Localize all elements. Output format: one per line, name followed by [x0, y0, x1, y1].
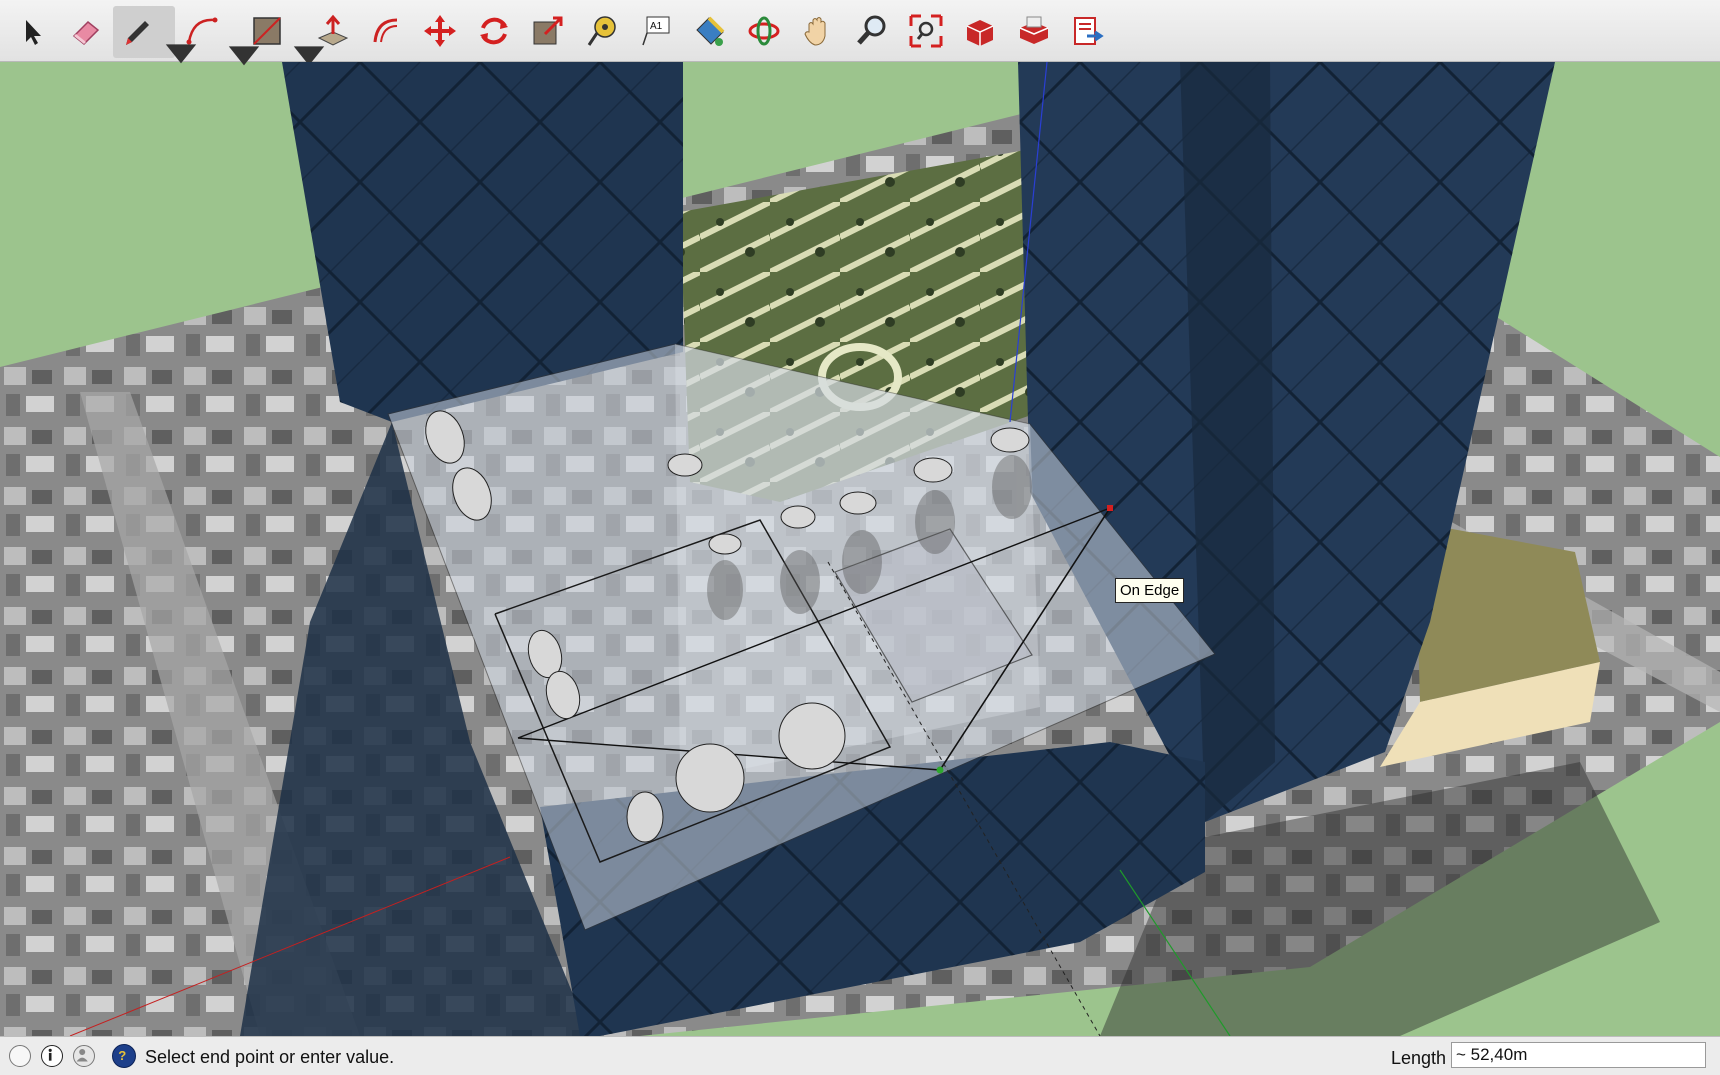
geo-location-icon[interactable]: [9, 1045, 31, 1067]
rectangle-icon: [253, 17, 281, 45]
select-tool-button[interactable]: [8, 8, 54, 54]
info-glyph-icon: [48, 1048, 52, 1061]
tape-measure-icon: [587, 16, 616, 46]
eraser-icon: [72, 20, 100, 46]
scale-icon: [533, 16, 563, 45]
help-icon[interactable]: ?: [112, 1044, 136, 1068]
pencil-icon: [126, 21, 149, 45]
arc-icon: [186, 17, 218, 45]
line-tool-button[interactable]: [113, 6, 197, 64]
inference-tooltip: On Edge: [1115, 578, 1185, 603]
scale-tool-button[interactable]: [525, 8, 571, 54]
offset-icon: [373, 18, 398, 43]
move-arrows-icon: [424, 15, 456, 47]
paint-bucket-tool-button[interactable]: [687, 8, 733, 54]
measurement-label: Length: [1391, 1048, 1447, 1068]
offset-tool-button[interactable]: [363, 8, 409, 54]
main-toolbar: A1: [0, 0, 1720, 66]
zoom-tool-button[interactable]: [849, 8, 895, 54]
tape-measure-tool-button[interactable]: [579, 8, 625, 54]
3d-warehouse-icon: [966, 20, 994, 46]
svg-text:A1: A1: [650, 21, 663, 32]
zoom-extents-icon: [909, 14, 943, 48]
info-icon[interactable]: [41, 1045, 63, 1067]
zoom-extents-tool-button[interactable]: [903, 8, 949, 54]
text-label-icon: A1: [642, 16, 670, 46]
rotate-tool-button[interactable]: [471, 8, 517, 54]
rotate-icon: [480, 17, 508, 45]
status-message: Select end point or enter value.: [145, 1047, 395, 1067]
rectangle-tool-button[interactable]: [245, 8, 325, 66]
model-scene[interactable]: [0, 62, 1720, 1036]
inference-point-on-edge: [1107, 505, 1113, 511]
orbit-icon: [748, 16, 780, 46]
send-to-layout-icon: [1074, 17, 1104, 45]
status-bar: ? Select end point or enter value. Lengt…: [0, 1036, 1720, 1075]
eraser-tool-button[interactable]: [62, 8, 108, 54]
arc-tool-button[interactable]: [180, 8, 260, 66]
orbit-tool-button[interactable]: [741, 8, 787, 54]
extension-warehouse-icon: [1019, 16, 1049, 44]
question-glyph-icon: ?: [118, 1048, 126, 1063]
3d-viewport[interactable]: On Edge: [0, 62, 1720, 1036]
extension-warehouse-tool-button[interactable]: [1011, 8, 1057, 54]
move-tool-button[interactable]: [417, 8, 463, 54]
send-to-layout-tool-button[interactable]: [1065, 8, 1111, 54]
push-pull-tool-button[interactable]: [310, 8, 356, 54]
svg-text:?: ?: [118, 1048, 126, 1063]
warehouse-tool-button[interactable]: [957, 8, 1003, 54]
push-pull-icon: [317, 14, 349, 46]
hand-icon: [804, 17, 826, 46]
inference-point-green: [936, 766, 944, 774]
text-tool-button[interactable]: A1: [633, 8, 679, 54]
measurement-value-field[interactable]: ~ 52,40m: [1451, 1042, 1706, 1068]
magnifier-icon: [857, 15, 886, 45]
person-glyph-icon: [76, 1049, 88, 1062]
arrow-pointer-icon: [26, 20, 41, 45]
paint-bucket-icon: [696, 16, 725, 46]
pan-tool-button[interactable]: [795, 8, 841, 54]
user-credit-icon[interactable]: [73, 1045, 95, 1067]
